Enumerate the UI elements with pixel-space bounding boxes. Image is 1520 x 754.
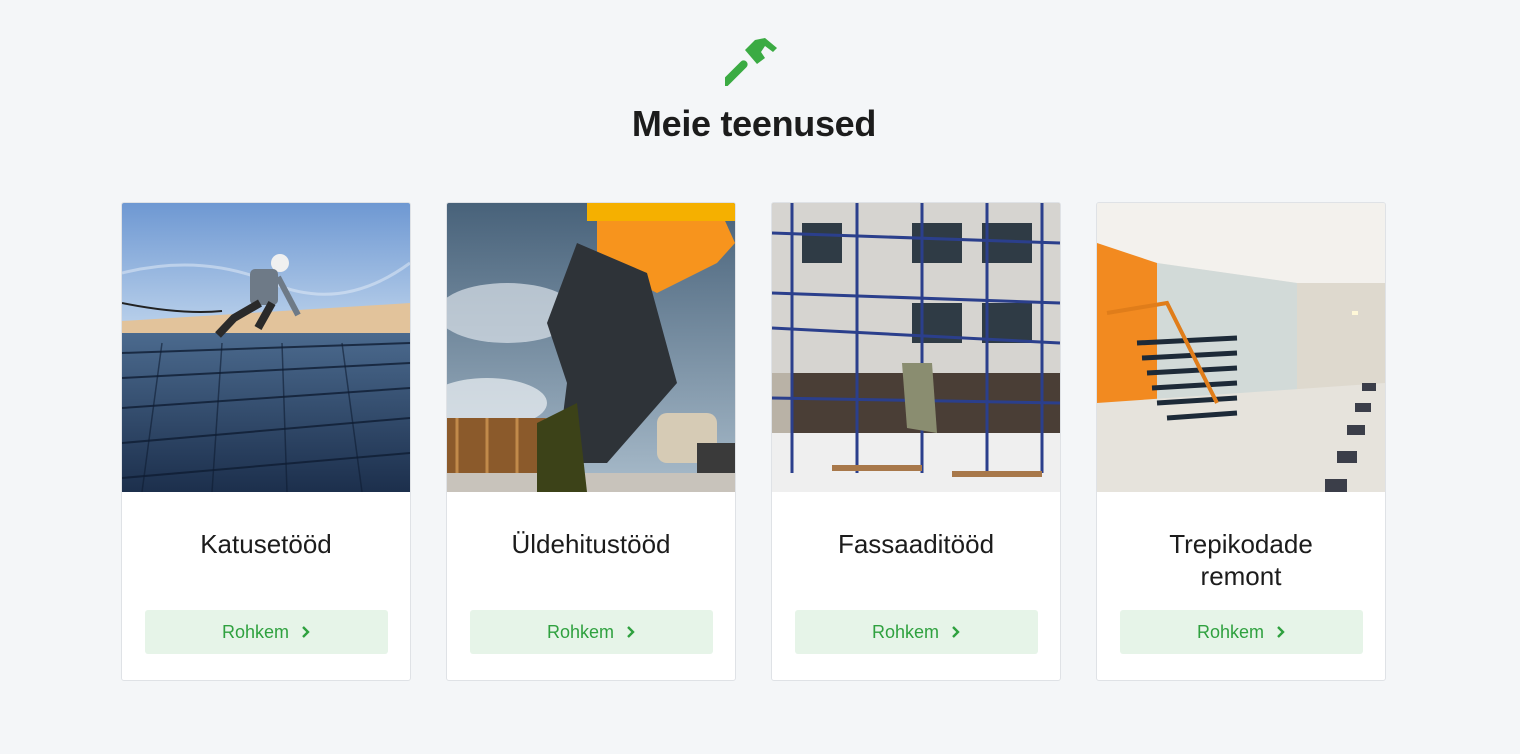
more-button-label: Rohkem (871, 621, 940, 642)
construction-worker-drill-photo (447, 203, 735, 492)
service-card: Üldehitustööd Rohkem (446, 202, 736, 681)
more-button-label: Rohkem (546, 621, 615, 642)
more-button[interactable]: Rohkem (1120, 610, 1363, 654)
service-card: Trepikodade remont Rohkem (1096, 202, 1386, 681)
more-button-label: Rohkem (221, 621, 290, 642)
more-button[interactable]: Rohkem (795, 610, 1038, 654)
service-title: Üldehitustööd (511, 529, 671, 559)
more-button[interactable]: Rohkem (470, 610, 713, 654)
section-title: Meie teenused (631, 103, 877, 144)
stairwell-photo (1097, 203, 1385, 492)
chevron-right-icon (302, 626, 310, 638)
roof-worker-photo (122, 203, 410, 492)
services-section: Meie teenused Katusetööd Rohkem Üldehitu… (0, 0, 1520, 754)
chevron-right-icon (627, 626, 635, 638)
chevron-right-icon (952, 626, 960, 638)
chevron-right-icon (1277, 626, 1285, 638)
facade-scaffolding-photo (772, 203, 1060, 492)
more-button-label: Rohkem (1196, 621, 1265, 642)
service-title: Fassaaditööd (837, 529, 995, 559)
service-title: Trepikodade remont (1169, 529, 1313, 591)
hammer-icon (725, 38, 777, 86)
service-card: Fassaaditööd Rohkem (771, 202, 1061, 681)
more-button[interactable]: Rohkem (145, 610, 388, 654)
service-card: Katusetööd Rohkem (121, 202, 411, 681)
service-title: Katusetööd (200, 529, 332, 559)
